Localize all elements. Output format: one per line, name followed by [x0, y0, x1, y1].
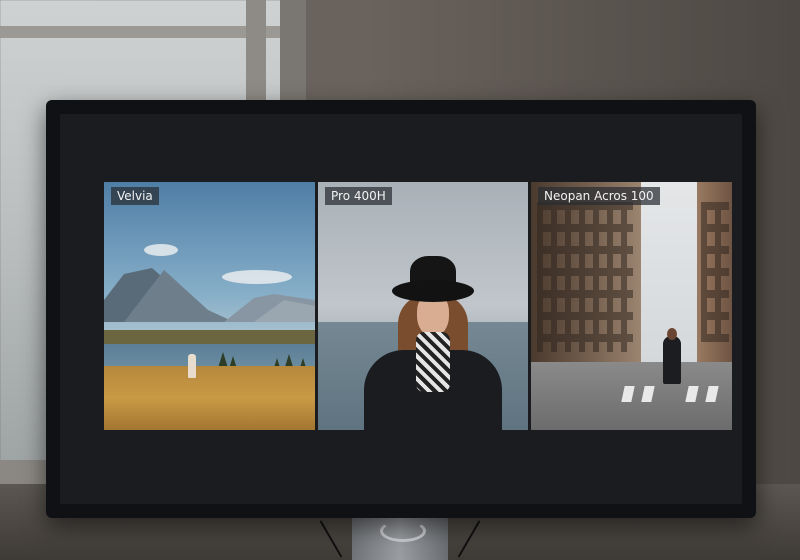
building-windows — [701, 202, 729, 342]
panel-label: Pro 400H — [325, 187, 392, 205]
hat-brim — [392, 280, 474, 302]
person-figure — [663, 336, 681, 384]
panel-label: Neopan Acros 100 — [538, 187, 660, 205]
grass-field — [104, 366, 315, 430]
monitor-screen: Velvia Pro 400H Neopan Acros 100 — [60, 114, 742, 504]
preview-panel-neopan-acros-100[interactable]: Neopan Acros 100 — [531, 182, 732, 430]
preview-panel-velvia[interactable]: Velvia — [104, 182, 315, 430]
monitor: Velvia Pro 400H Neopan Acros 100 — [46, 100, 756, 518]
person-figure — [188, 354, 196, 378]
panel-label: Velvia — [111, 187, 159, 205]
scarf — [416, 332, 450, 392]
building-windows — [537, 202, 633, 352]
person-head — [667, 328, 677, 340]
preview-panel-pro-400h[interactable]: Pro 400H — [318, 182, 528, 430]
stand-cable-ring — [380, 520, 426, 542]
